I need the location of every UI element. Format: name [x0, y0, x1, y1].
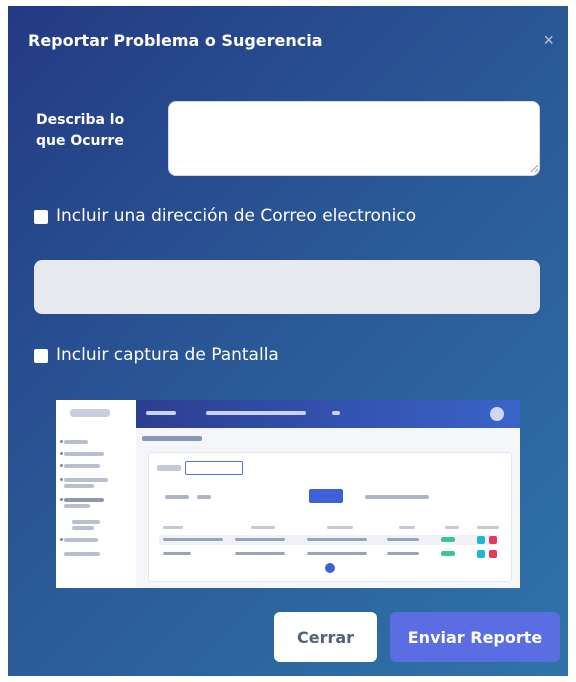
email-checkbox[interactable] [34, 210, 48, 224]
preview-table-row [159, 535, 499, 545]
preview-sidebar-item [64, 504, 90, 508]
preview-sidebar-item [64, 452, 104, 456]
close-button[interactable]: Cerrar [274, 612, 377, 662]
preview-tab-active [185, 461, 243, 475]
preview-sidebar-item [64, 478, 108, 482]
preview-sidebar-item [64, 440, 88, 444]
preview-sidebar-item [64, 538, 98, 542]
screenshot-checkbox[interactable] [34, 349, 48, 363]
preview-navbar [136, 400, 520, 428]
preview-filter [165, 495, 189, 499]
preview-table-header [159, 523, 499, 533]
preview-sidebar-item [64, 484, 94, 488]
preview-sidebar-dot [60, 538, 63, 541]
screenshot-preview [56, 400, 520, 588]
close-icon[interactable]: × [543, 30, 554, 51]
preview-logo [70, 409, 110, 417]
preview-sidebar-dot [60, 464, 63, 467]
email-checkbox-label: Incluir una dirección de Correo electron… [56, 206, 417, 226]
screenshot-checkbox-label: Incluir captura de Pantalla [56, 345, 279, 365]
email-field[interactable] [34, 260, 540, 314]
preview-nav-text [426, 411, 486, 415]
preview-sidebar-item [64, 552, 100, 556]
preview-filter [197, 495, 211, 499]
preview-sidebar-item [64, 498, 104, 502]
preview-sidebar [56, 428, 136, 588]
preview-nav-text [206, 411, 306, 415]
preview-search-button [309, 489, 343, 503]
describe-label: Describa lo que Ocurre [36, 112, 125, 149]
preview-sidebar-dot [60, 452, 63, 455]
describe-textarea[interactable] [168, 101, 540, 176]
modal-header: Reportar Problema o Sugerencia × [8, 6, 568, 72]
preview-sidebar-item [72, 526, 94, 530]
preview-avatar [490, 407, 504, 421]
preview-sidebar-dot [60, 498, 63, 501]
preview-panel [148, 452, 512, 582]
preview-nav-text [332, 411, 340, 415]
send-report-button[interactable]: Enviar Reporte [390, 612, 560, 662]
modal-title: Reportar Problema o Sugerencia [28, 31, 323, 50]
preview-pagination [325, 563, 335, 573]
preview-nav-text [146, 411, 176, 415]
preview-table-row [159, 549, 499, 559]
preview-filter [365, 495, 429, 499]
preview-tab [157, 465, 181, 471]
preview-sidebar-dot [60, 478, 63, 481]
resize-grip-icon[interactable] [530, 164, 539, 173]
preview-sidebar-dot [60, 440, 63, 443]
preview-sidebar-item [64, 464, 100, 468]
preview-sidebar-item [72, 520, 100, 524]
report-modal: Reportar Problema o Sugerencia × Describ… [8, 6, 568, 676]
preview-breadcrumb [142, 436, 202, 441]
